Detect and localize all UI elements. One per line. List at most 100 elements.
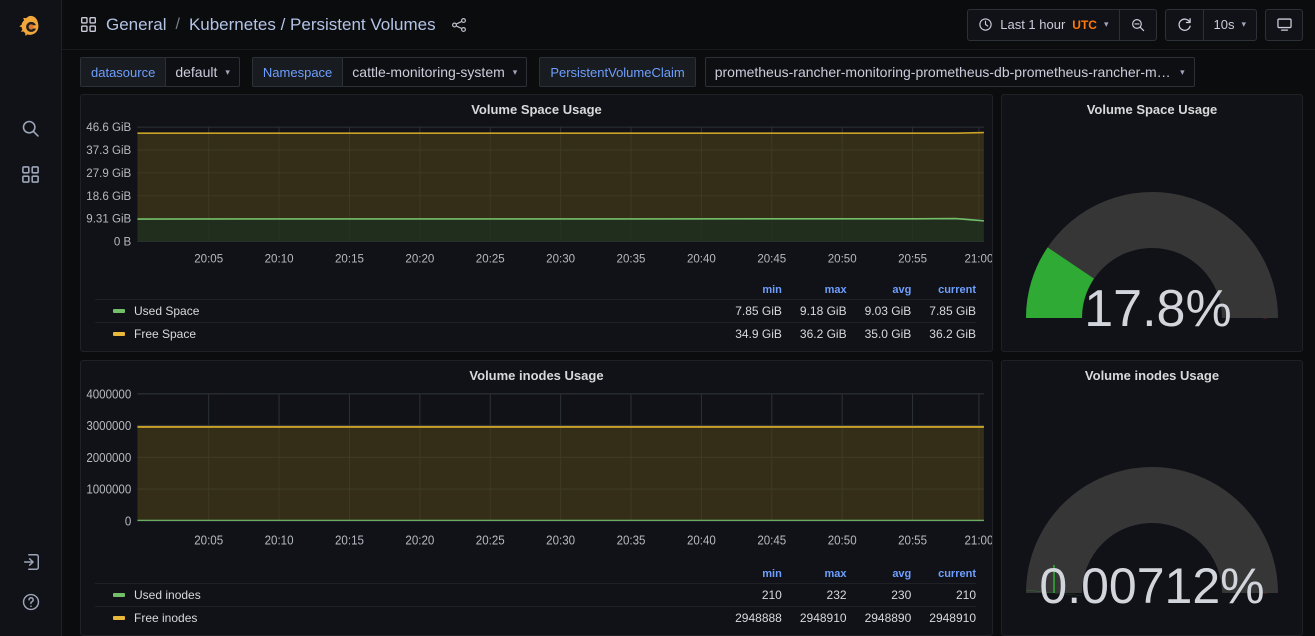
legend-value-max: 9.18 GiB [799, 304, 847, 318]
svg-text:20:40: 20:40 [687, 533, 716, 548]
gauge-area[interactable]: 17.8% [1002, 121, 1302, 351]
main-content: General / Kubernetes / Persistent Volume… [62, 0, 1315, 636]
panel-title[interactable]: Volume inodes Usage [81, 361, 992, 387]
breadcrumb-folder[interactable]: General [106, 15, 166, 35]
chevron-down-icon: ▾ [1180, 66, 1185, 77]
legend-series-name: Used inodes [134, 588, 201, 602]
svg-text:21:00: 21:00 [964, 533, 992, 548]
chevron-down-icon: ▾ [225, 66, 230, 77]
svg-text:21:00: 21:00 [964, 253, 992, 266]
top-navbar: General / Kubernetes / Persistent Volume… [62, 0, 1315, 50]
refresh-group: 10s ▾ [1164, 8, 1257, 41]
legend-header-current[interactable]: current [911, 567, 976, 584]
graph-plot-area[interactable]: 46.6 GiB 37.3 GiB 27.9 GiB 18.6 GiB 9.31… [81, 121, 992, 283]
legend-value-current: 36.2 GiB [929, 327, 976, 341]
variable-value-text: default [175, 64, 218, 80]
gauge-svg: 0.00712% [1026, 467, 1278, 611]
svg-text:20:40: 20:40 [687, 253, 716, 266]
variable-value-datasource[interactable]: default ▾ [165, 57, 240, 87]
legend-value-current: 2948910 [929, 611, 976, 625]
legend-series-name: Used Space [134, 304, 200, 318]
legend-header-max[interactable]: max [782, 283, 847, 300]
legend-value-max: 232 [826, 588, 847, 602]
page-title[interactable]: Kubernetes / Persistent Volumes [189, 15, 436, 35]
time-range-picker[interactable]: Last 1 hour UTC ▾ [968, 10, 1118, 40]
legend-header-row: min max avg current [95, 283, 976, 300]
svg-text:20:45: 20:45 [757, 253, 786, 266]
panel-title[interactable]: Volume Space Usage [1002, 95, 1302, 121]
legend-series-toggle[interactable]: Free inodes [113, 611, 717, 625]
legend-header-min[interactable]: min [717, 567, 782, 584]
svg-text:20:35: 20:35 [617, 533, 646, 548]
legend-series-toggle[interactable]: Free Space [113, 327, 717, 341]
legend-color-swatch [113, 309, 125, 313]
legend-series-toggle[interactable]: Used inodes [113, 588, 717, 602]
legend-header-min[interactable]: min [717, 283, 782, 300]
variable-label-pvc: PersistentVolumeClaim [539, 57, 696, 87]
legend-header-avg[interactable]: avg [847, 283, 911, 300]
sidebar-item-search[interactable] [11, 108, 51, 148]
panel-volume-inodes-usage-gauge: Volume inodes Usage 0.00712% [1001, 360, 1303, 636]
svg-text:9.31 GiB: 9.31 GiB [86, 213, 131, 226]
legend-value-current: 210 [955, 588, 976, 602]
panel-title[interactable]: Volume Space Usage [81, 95, 992, 121]
legend-header-avg[interactable]: avg [847, 567, 911, 584]
template-variables-bar: datasource default ▾ Namespace cattle-mo… [62, 50, 1315, 94]
timezone-label: UTC [1072, 17, 1097, 32]
sidebar-item-dashboards[interactable] [11, 154, 51, 194]
sidebar [0, 0, 62, 636]
chevron-down-icon: ▾ [1241, 19, 1246, 29]
panel-title[interactable]: Volume inodes Usage [1002, 361, 1302, 387]
breadcrumb-separator: / [175, 15, 180, 33]
svg-text:20:25: 20:25 [476, 533, 505, 548]
legend-header-row: min max avg current [95, 567, 976, 584]
legend-table: min max avg current Used inodes 210 232 … [95, 567, 976, 629]
svg-text:46.6 GiB: 46.6 GiB [86, 121, 131, 134]
variable-value-namespace[interactable]: cattle-monitoring-system ▾ [342, 57, 528, 87]
refresh-icon [1176, 16, 1193, 33]
svg-text:20:35: 20:35 [617, 253, 646, 266]
svg-text:0 B: 0 B [114, 236, 132, 249]
time-range-label: Last 1 hour [1000, 17, 1066, 32]
svg-text:20:20: 20:20 [405, 253, 434, 266]
panel-volume-inodes-usage-graph: Volume inodes Usage 4000000 3000000 2000… [80, 360, 993, 636]
variable-value-text: prometheus-rancher-monitoring-prometheus… [714, 64, 1173, 80]
svg-text:1000000: 1000000 [86, 482, 131, 497]
legend-header-current[interactable]: current [911, 283, 976, 300]
clock-icon [978, 17, 993, 32]
legend-header-series [95, 567, 717, 584]
grafana-logo-icon[interactable] [11, 8, 51, 48]
refresh-button[interactable] [1166, 10, 1203, 40]
svg-text:20:25: 20:25 [476, 253, 505, 266]
sidebar-item-sign-in[interactable] [11, 542, 51, 582]
chevron-down-icon: ▾ [512, 66, 518, 77]
monitor-icon [1276, 16, 1293, 33]
gauge-area[interactable]: 0.00712% [1002, 387, 1302, 635]
svg-text:20:45: 20:45 [757, 533, 786, 548]
legend-value-min: 2948888 [735, 611, 782, 625]
time-range-group: Last 1 hour UTC ▾ [967, 8, 1157, 41]
breadcrumb: General / Kubernetes / Persistent Volume… [80, 15, 436, 35]
sidebar-item-help[interactable] [11, 582, 51, 622]
graph-plot-area[interactable]: 4000000 3000000 2000000 1000000 0 20:05 2… [81, 387, 992, 567]
legend-table: min max avg current Used Space 7.85 GiB … [95, 283, 976, 345]
legend-value-current: 7.85 GiB [929, 304, 976, 318]
legend-volume-space: min max avg current Used Space 7.85 GiB … [81, 283, 992, 351]
tv-mode-button[interactable] [1265, 8, 1303, 41]
share-icon[interactable] [450, 16, 468, 34]
legend-series-toggle[interactable]: Used Space [113, 304, 717, 318]
legend-value-avg: 230 [891, 588, 912, 602]
variable-value-pvc[interactable]: prometheus-rancher-monitoring-prometheus… [704, 57, 1195, 87]
legend-row: Used Space 7.85 GiB 9.18 GiB 9.03 GiB 7.… [95, 299, 976, 323]
refresh-interval-picker[interactable]: 10s ▾ [1204, 10, 1257, 40]
svg-text:18.6 GiB: 18.6 GiB [86, 190, 131, 203]
legend-color-swatch [113, 593, 125, 597]
svg-text:0: 0 [125, 514, 132, 529]
panel-volume-space-usage-graph: Volume Space Usage 46.6 GiB 37.3 GiB 27.… [80, 94, 993, 352]
zoom-out-time-button[interactable] [1120, 10, 1156, 40]
legend-series-name: Free inodes [134, 611, 198, 625]
dashboards-grid-icon[interactable] [80, 16, 97, 33]
legend-header-max[interactable]: max [782, 567, 847, 584]
svg-text:20:50: 20:50 [828, 253, 857, 266]
panel-volume-space-usage-gauge: Volume Space Usage 17.8% [1001, 94, 1303, 352]
